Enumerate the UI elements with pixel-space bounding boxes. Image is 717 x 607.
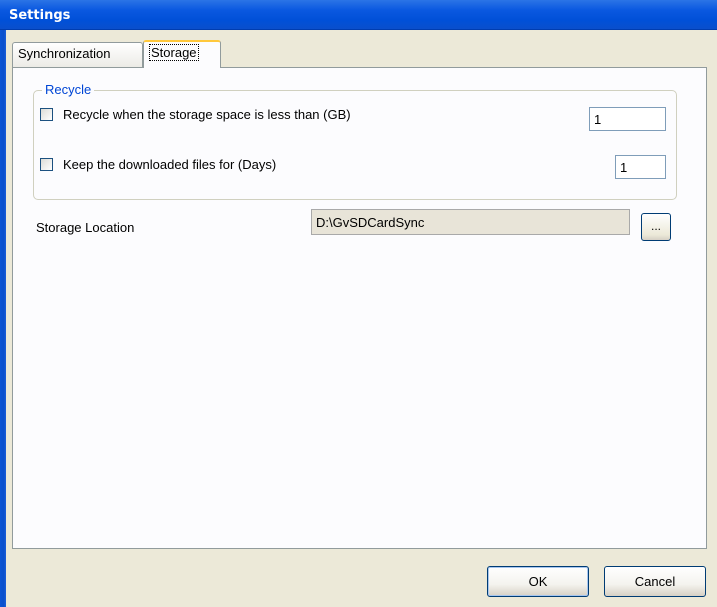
keep-files-label: Keep the downloaded files for (Days) <box>63 157 277 172</box>
tab-label: Storage <box>149 44 199 61</box>
title-bar[interactable]: Settings <box>0 0 717 30</box>
keep-days-input[interactable] <box>615 155 666 179</box>
storage-location-label: Storage Location <box>36 220 135 235</box>
keep-files-checkbox[interactable] <box>40 158 53 171</box>
cancel-button[interactable]: Cancel <box>604 566 706 597</box>
browse-button[interactable]: ... <box>641 213 671 241</box>
recycle-group-label: Recycle <box>42 82 95 97</box>
settings-window: Settings Synchronization Storage Recycle… <box>0 0 717 607</box>
tab-storage[interactable]: Storage <box>143 40 221 68</box>
keep-files-row: Keep the downloaded files for (Days) <box>40 157 276 172</box>
storage-panel: Recycle Recycle when the storage space i… <box>12 67 707 549</box>
ok-button[interactable]: OK <box>487 566 589 597</box>
recycle-space-input[interactable] <box>589 107 666 131</box>
recycle-space-checkbox[interactable] <box>40 108 53 121</box>
recycle-option-row: Recycle when the storage space is less t… <box>40 107 351 122</box>
tab-label: Synchronization <box>18 46 111 61</box>
storage-location-field[interactable] <box>311 209 630 235</box>
window-left-border <box>0 30 6 607</box>
window-title: Settings <box>9 8 71 23</box>
tab-synchronization[interactable]: Synchronization <box>12 42 143 67</box>
recycle-space-label: Recycle when the storage space is less t… <box>63 107 351 122</box>
recycle-group: Recycle Recycle when the storage space i… <box>33 82 677 200</box>
